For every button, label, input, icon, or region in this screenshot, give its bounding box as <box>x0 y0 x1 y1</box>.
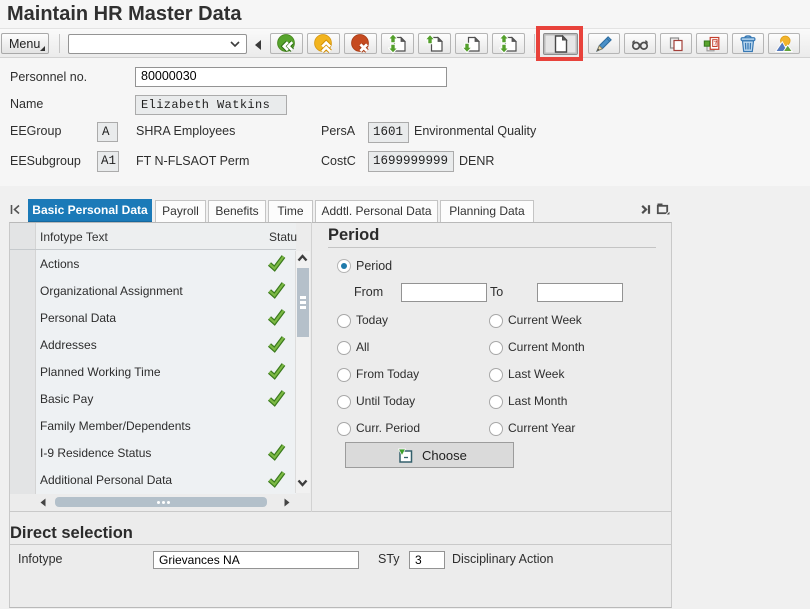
svg-text:7: 7 <box>714 40 718 47</box>
